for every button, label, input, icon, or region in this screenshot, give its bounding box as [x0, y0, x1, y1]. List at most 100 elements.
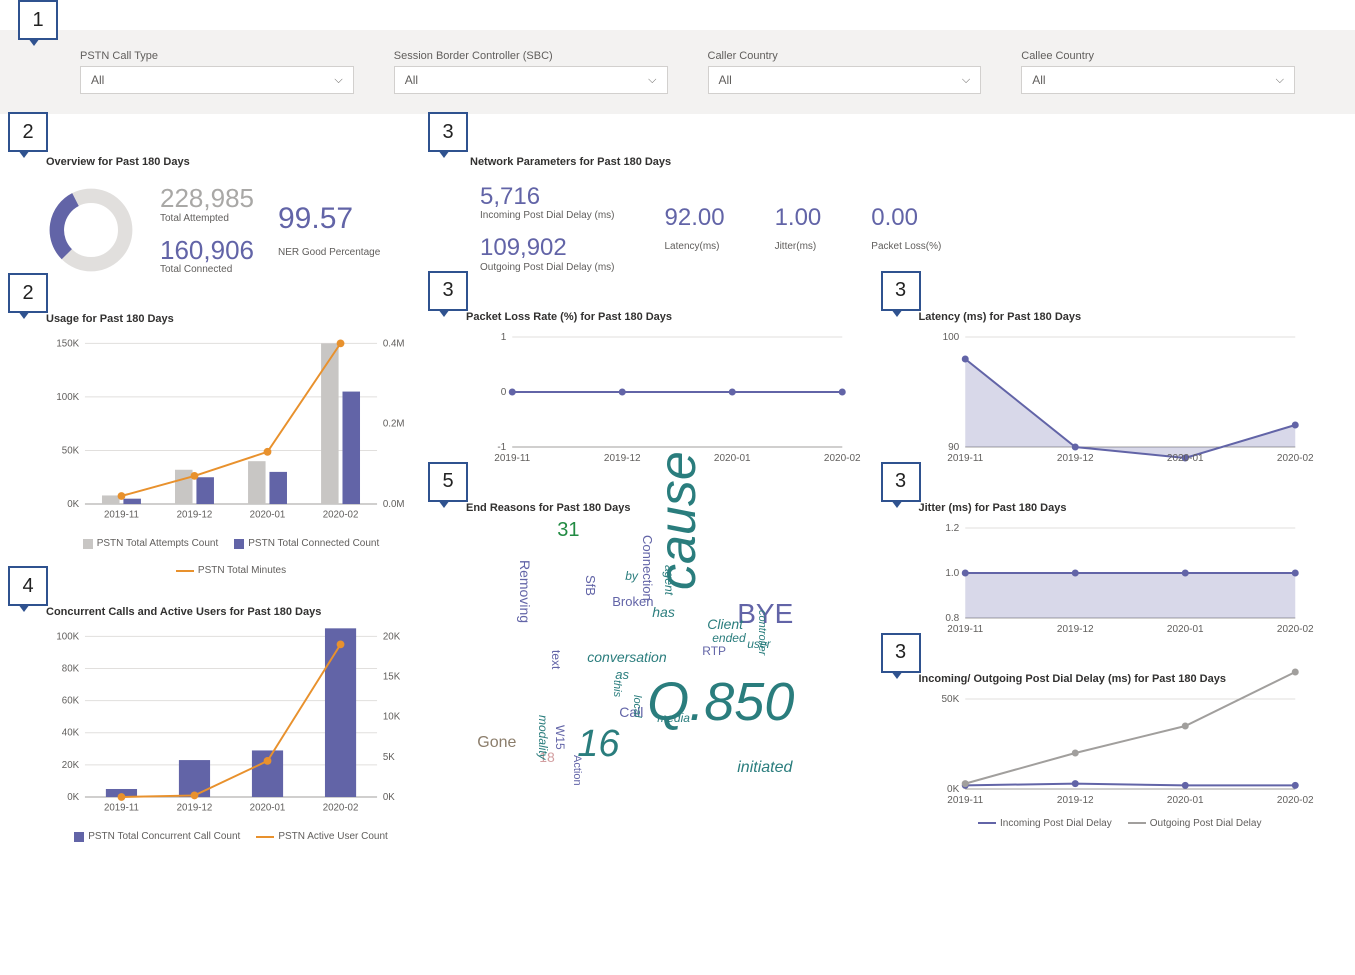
svg-text:100K: 100K [56, 392, 79, 403]
filter-label: PSTN Call Type [80, 50, 354, 62]
packet-chart: -1012019-112019-122020-012020-02 [466, 329, 869, 469]
usage-chart: 0K50K100K150K0.0M0.2M0.4M2019-112019-122… [46, 331, 416, 531]
svg-text:2019-11: 2019-11 [947, 624, 983, 635]
svg-text:0.4M: 0.4M [383, 338, 405, 349]
wordcloud-word: 31 [557, 520, 579, 540]
wordcloud-word: W15 [554, 725, 566, 750]
svg-text:2019-11: 2019-11 [494, 453, 530, 464]
filter-label: Callee Country [1021, 50, 1295, 62]
callout-3a: 3 [428, 112, 468, 152]
filter-pstn-call-type: PSTN Call Type All ⌵ [80, 50, 354, 94]
jitter-chart: 0.81.01.22019-112019-122020-012020-02 [919, 520, 1322, 640]
svg-text:2020-01: 2020-01 [250, 510, 286, 521]
wordcloud-word: Broken [612, 595, 653, 608]
filter-select-pstn-call-type[interactable]: All ⌵ [80, 66, 354, 94]
wordcloud-word: has [652, 605, 675, 619]
card-title: Incoming/ Outgoing Post Dial Delay (ms) … [919, 673, 1322, 685]
svg-text:-1: -1 [497, 442, 506, 453]
svg-text:2019-11: 2019-11 [104, 803, 139, 814]
latency-chart: 901002019-112019-122020-012020-02 [919, 329, 1322, 469]
filter-label: Session Border Controller (SBC) [394, 50, 668, 62]
filter-value: All [1032, 73, 1045, 87]
wordcloud-word: as [615, 668, 629, 681]
card-title: Network Parameters for Past 180 Days [470, 156, 1321, 168]
svg-text:50K: 50K [941, 694, 959, 705]
pdd-chart-card: 3 Incoming/ Outgoing Post Dial Delay (ms… [893, 661, 1336, 837]
card-title: Jitter (ms) for Past 180 Days [919, 502, 1322, 514]
svg-text:2019-12: 2019-12 [1056, 624, 1093, 635]
chevron-down-icon: ⌵ [334, 74, 342, 87]
svg-text:2020-01: 2020-01 [1166, 624, 1203, 635]
callout-2b: 2 [8, 273, 48, 313]
svg-text:2019-12: 2019-12 [1056, 795, 1093, 806]
wordcloud-word: ended [712, 632, 745, 644]
incoming-pdd-value: 5,716 [480, 184, 615, 210]
ner-label: NER Good Percentage [278, 247, 380, 258]
callout-5: 5 [428, 462, 468, 502]
filter-sbc: Session Border Controller (SBC) All ⌵ [394, 50, 668, 94]
latency-value: 92.00 [665, 205, 725, 231]
wordcloud-word: cause [652, 451, 704, 590]
svg-text:90: 90 [948, 442, 960, 453]
svg-text:100: 100 [942, 332, 959, 343]
wordcloud-word: controller [756, 610, 767, 655]
filter-select-callee-country[interactable]: All ⌵ [1021, 66, 1295, 94]
svg-text:2020-02: 2020-02 [1276, 795, 1313, 806]
wordcloud-word: modality [537, 715, 549, 760]
usage-legend: PSTN Total Attempts Count PSTN Total Con… [46, 534, 416, 576]
svg-text:2020-01: 2020-01 [250, 803, 286, 814]
incoming-pdd-label: Incoming Post Dial Delay (ms) [480, 210, 615, 221]
jitter-label: Jitter(ms) [775, 241, 822, 252]
total-attempted-label: Total Attempted [160, 213, 254, 224]
callout-3c: 3 [881, 271, 921, 311]
wordcloud-word: media [657, 712, 690, 724]
svg-text:0K: 0K [67, 499, 79, 510]
pdd-legend: Incoming Post Dial Delay Outgoing Post D… [919, 814, 1322, 829]
svg-text:1.2: 1.2 [945, 523, 959, 534]
wordcloud-word: initiated [737, 760, 792, 776]
packet-label: Packet Loss(%) [871, 241, 941, 252]
svg-text:2019-12: 2019-12 [1056, 453, 1093, 464]
svg-text:0K: 0K [67, 792, 79, 803]
chevron-down-icon: ⌵ [648, 74, 656, 87]
overview-card: 2 Overview for Past 180 Days 228,985 Tot… [20, 144, 430, 291]
svg-text:150K: 150K [56, 338, 79, 349]
card-title: Usage for Past 180 Days [46, 313, 416, 325]
svg-text:50K: 50K [62, 446, 80, 457]
card-title: Overview for Past 180 Days [46, 156, 416, 168]
wordcloud-word: Connection [641, 535, 654, 601]
callout-3d: 3 [881, 462, 921, 502]
callout-3b: 3 [428, 271, 468, 311]
wordcloud-word: RTP [702, 645, 726, 657]
packet-value: 0.00 [871, 205, 941, 231]
svg-text:80K: 80K [62, 664, 80, 675]
svg-text:0: 0 [501, 387, 507, 398]
filter-select-caller-country[interactable]: All ⌵ [708, 66, 982, 94]
filter-label: Caller Country [708, 50, 982, 62]
outgoing-pdd-value: 109,902 [480, 235, 615, 261]
jitter-value: 1.00 [775, 205, 822, 231]
svg-text:60K: 60K [62, 696, 80, 707]
wordcloud: Q.850causeBYE1631Gone18initiatedRemoving… [487, 520, 847, 820]
svg-text:2019-12: 2019-12 [177, 510, 213, 521]
svg-text:15K: 15K [383, 672, 401, 683]
chevron-down-icon: ⌵ [962, 74, 970, 87]
svg-text:0.0M: 0.0M [383, 499, 405, 510]
concurrent-chart-card: 4 Concurrent Calls and Active Users for … [20, 594, 430, 850]
wordcloud-word: Client [707, 617, 743, 631]
jitter-chart-card: 3 Jitter (ms) for Past 180 Days 0.81.01.… [893, 490, 1336, 651]
svg-text:20K: 20K [62, 760, 80, 771]
filter-caller-country: Caller Country All ⌵ [708, 50, 982, 94]
outgoing-pdd-label: Outgoing Post Dial Delay (ms) [480, 262, 615, 273]
filter-callee-country: Callee Country All ⌵ [1021, 50, 1295, 94]
svg-text:1: 1 [501, 332, 507, 343]
wordcloud-word: agent [663, 565, 675, 595]
network-card: 3 Network Parameters for Past 180 Days 5… [440, 144, 1335, 289]
latency-label: Latency(ms) [665, 241, 725, 252]
filter-value: All [91, 73, 104, 87]
wordcloud-word: 16 [577, 725, 619, 763]
svg-text:20K: 20K [383, 631, 401, 642]
svg-text:2019-11: 2019-11 [947, 795, 983, 806]
callout-2a: 2 [8, 112, 48, 152]
filter-select-sbc[interactable]: All ⌵ [394, 66, 668, 94]
